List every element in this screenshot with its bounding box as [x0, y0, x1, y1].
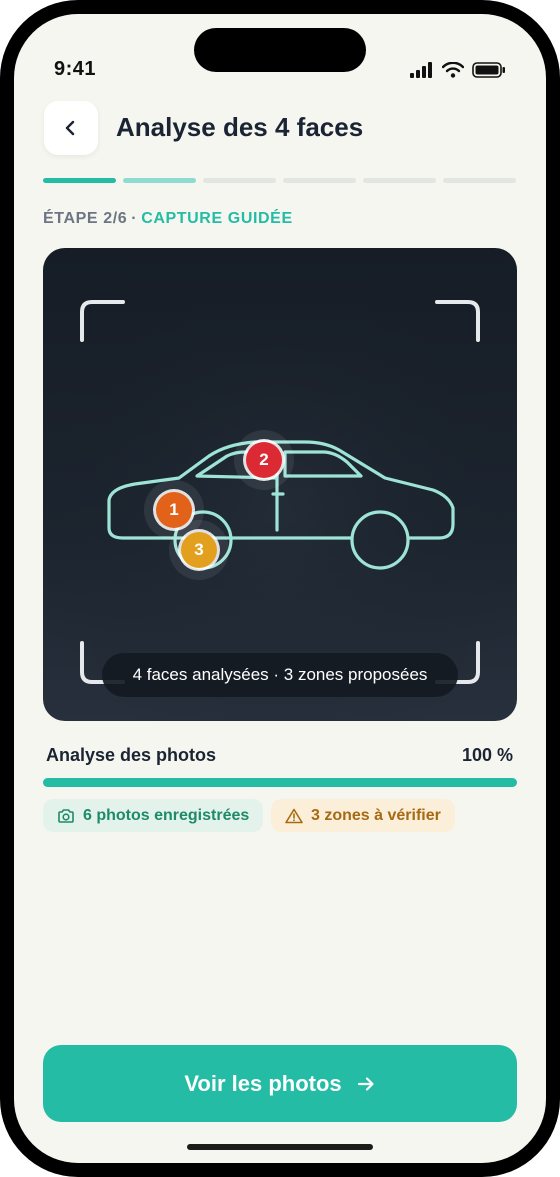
- step-segment-4: [283, 178, 356, 183]
- app-screen: 9:41 Analyse des 4 faces ÉTAPE 2/6 · CAP…: [14, 14, 546, 1163]
- phone-frame: 9:41 Analyse des 4 faces ÉTAPE 2/6 · CAP…: [0, 0, 560, 1177]
- chevron-left-icon: [65, 120, 75, 136]
- step-label: ÉTAPE 2/6 · CAPTURE GUIDÉE: [43, 210, 293, 228]
- zones-to-check-text: 3 zones à vérifier: [311, 806, 441, 824]
- battery-icon: [472, 62, 505, 78]
- home-indicator[interactable]: [187, 1144, 373, 1150]
- step-progress: [43, 178, 516, 183]
- step-separator: ·: [131, 210, 138, 227]
- viewfinder-graphics: [43, 248, 517, 721]
- damage-marker-2[interactable]: 2: [246, 442, 282, 478]
- analysis-progress-bar: [43, 778, 517, 787]
- camera-icon: [58, 808, 74, 823]
- step-name: CAPTURE GUIDÉE: [141, 210, 293, 227]
- photos-saved-badge: 6 photos enregistrées: [43, 799, 264, 832]
- signal-icon: [410, 62, 432, 78]
- status-icons: [410, 62, 506, 78]
- step-segment-2: [123, 178, 196, 183]
- back-button[interactable]: [44, 101, 98, 155]
- capture-summary: 4 faces analysées · 3 zones proposées: [102, 653, 458, 697]
- camera-viewfinder[interactable]: 1 2 3 4 faces analysées · 3 zones propos…: [43, 248, 517, 721]
- step-segment-6: [443, 178, 516, 183]
- wifi-icon: [442, 62, 464, 78]
- step-segment-5: [363, 178, 436, 183]
- view-photos-label: Voir les photos: [184, 1070, 342, 1096]
- page-title: Analyse des 4 faces: [116, 112, 364, 142]
- damage-marker-1[interactable]: 1: [156, 492, 192, 528]
- arrow-right-icon: [357, 1076, 374, 1091]
- warning-icon: [285, 808, 303, 823]
- analysis-percentage: 100 %: [461, 745, 513, 765]
- zones-to-check-badge: 3 zones à vérifier: [271, 799, 455, 832]
- step-segment-1: [43, 178, 116, 183]
- photos-saved-text: 6 photos enregistrées: [83, 806, 250, 824]
- step-segment-3: [203, 178, 276, 183]
- damage-marker-3[interactable]: 3: [181, 532, 217, 568]
- step-number: ÉTAPE 2/6: [43, 210, 128, 227]
- analysis-progress-fill: [43, 778, 517, 787]
- dynamic-island: [194, 28, 366, 72]
- status-time: 9:41: [54, 58, 97, 80]
- analysis-label: Analyse des photos: [46, 745, 217, 765]
- view-photos-button[interactable]: Voir les photos: [43, 1045, 517, 1122]
